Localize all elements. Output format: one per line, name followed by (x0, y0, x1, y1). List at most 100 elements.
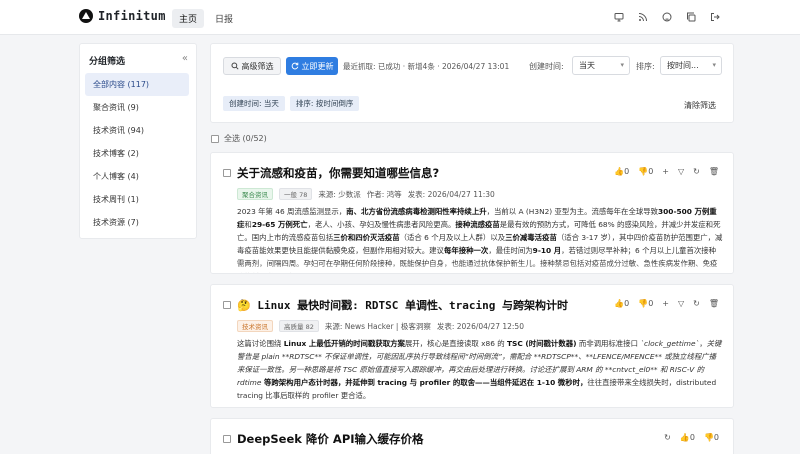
monitor-icon[interactable] (614, 12, 624, 22)
sort-select[interactable]: 按时间... ▾ (660, 56, 722, 75)
article-checkbox[interactable] (223, 169, 231, 177)
summary-run: 三价减毒活疫苗 (505, 233, 557, 242)
article-checkbox[interactable] (223, 301, 231, 309)
logo-icon (79, 9, 93, 23)
summary-run: 接种流感疫苗 (455, 220, 500, 229)
article-title[interactable]: 🤔 Linux 最快时间戳: RDTSC 单调性、tracing 与跨架构计时 (237, 297, 568, 313)
nav-home[interactable]: 主页 (172, 9, 205, 28)
sort-label: 排序: (636, 62, 655, 71)
article-card[interactable]: DeepSeek 降价 API输入缓存价格 ↻ 👍0 👎0 (210, 418, 734, 454)
upvote-count: 0 (689, 433, 695, 442)
update-now-button[interactable]: 立即更新 (286, 57, 338, 75)
advanced-filter-label: 高级筛选 (241, 61, 274, 71)
summary-run: 展开，核心是直接读取 x86 的 (404, 339, 508, 348)
plus-icon[interactable]: + (662, 167, 669, 176)
select-all[interactable]: 全选 (0/52) (211, 133, 267, 144)
logout-icon[interactable] (710, 12, 720, 22)
select-all-label: 全选 (0/52) (224, 134, 267, 143)
filter-chip-created[interactable]: 创建时间: 当天 (223, 96, 285, 111)
fetch-status: 最近抓取: 已成功 · 新增4条 · 2026/04/27 13:01 (343, 62, 510, 71)
downvote-count: 0 (648, 167, 654, 176)
plus-icon[interactable]: + (662, 299, 669, 308)
article-checkbox[interactable] (223, 435, 231, 443)
trash-icon[interactable]: 🗑 (709, 167, 719, 176)
summary-run: ，当前以 A (H3N2) 亚型为主。流感每年在全球导致 (486, 207, 659, 216)
article-title-text: Linux 最快时间戳: RDTSC 单调性、tracing 与跨架构计时 (257, 299, 569, 312)
top-icons (614, 12, 720, 22)
summary-run: ， (699, 339, 707, 348)
article-published: 发表: 2026/04/27 12:50 (436, 321, 524, 331)
thumbs-up-icon[interactable]: 👍0 (614, 299, 629, 308)
sidebar-item[interactable]: 全部内容 (117) (85, 73, 189, 96)
sidebar-item[interactable]: 聚合资讯 (9) (85, 96, 189, 119)
summary-run: ，最佳时间为 (488, 246, 533, 255)
created-time-select[interactable]: 当天 ▾ (572, 56, 630, 75)
collapse-icon[interactable]: « (182, 53, 188, 64)
logo[interactable]: Infinitum (79, 9, 166, 23)
thumbs-up-icon[interactable]: 👍0 (680, 433, 695, 442)
filter-icon[interactable]: ▽ (678, 299, 684, 308)
refresh-icon[interactable]: ↻ (664, 433, 671, 442)
sidebar-item[interactable]: 技术资讯 (94) (85, 119, 189, 142)
category-tag: 技术资讯 (237, 320, 273, 332)
article-title[interactable]: DeepSeek 降价 API输入缓存价格 (237, 431, 424, 447)
chevron-down-icon: ▾ (712, 61, 716, 69)
sidebar-items: 全部内容 (117) 聚合资讯 (9) 技术资讯 (94) 技术博客 (2) 个人博客 … (85, 73, 189, 234)
sidebar-item[interactable]: 技术资源 (7) (85, 211, 189, 234)
thumbs-up-icon[interactable]: 👍0 (614, 167, 629, 176)
copy-icon[interactable] (686, 12, 696, 22)
summary-run: TSC (时间戳计数器) (507, 339, 577, 348)
upvote-count: 0 (624, 299, 630, 308)
main-nav: 主页 日报 (172, 9, 240, 28)
top-navbar: Infinitum 主页 日报 (0, 0, 800, 35)
summary-run: 9-10 月 (532, 246, 562, 255)
article-title[interactable]: 关于流感和疫苗，你需要知道哪些信息? (237, 165, 439, 181)
category-tag: 聚合资讯 (237, 188, 273, 200)
downvote-count: 0 (648, 299, 654, 308)
summary-run: 和 (244, 220, 252, 229)
summary-run: 29-65 万例死亡 (251, 220, 308, 229)
refresh-icon (291, 62, 298, 70)
refresh-icon[interactable]: ↻ (693, 299, 700, 308)
filter-chip-sort[interactable]: 排序: 按时间倒序 (289, 96, 360, 111)
select-all-checkbox[interactable] (211, 134, 219, 143)
group-filter-sidebar: 分组筛选 « 全部内容 (117) 聚合资讯 (9) 技术资讯 (94) 技术博客 (… (79, 43, 197, 239)
summary-run: 三价和四价灭活疫苗 (333, 233, 400, 242)
summary-run: `clock_gettime` (640, 339, 700, 348)
rss-icon[interactable] (638, 12, 648, 22)
update-now-label: 立即更新 (301, 61, 334, 71)
article-author: 作者: 鸿等 (366, 189, 402, 199)
article-card[interactable]: 🤔 Linux 最快时间戳: RDTSC 单调性、tracing 与跨架构计时 … (210, 284, 734, 408)
sidebar-item[interactable]: 个人博客 (4) (85, 165, 189, 188)
thumbs-down-icon[interactable]: 👎0 (704, 433, 719, 442)
chevron-down-icon: ▾ (620, 61, 624, 69)
summary-run: 2023 年第 46 周流感监测显示， (237, 207, 347, 216)
clear-filters-link[interactable]: 清除筛选 (684, 100, 716, 111)
sidebar-item[interactable]: 技术博客 (2) (85, 142, 189, 165)
article-source: 来源: News Hacker | 极客洞察 (324, 321, 431, 331)
article-summary: 这篇讨论围绕 Linux 上最低开销的时间戳获取方案展开，核心是直接读取 x86… (237, 337, 723, 402)
active-filter-chips: 创建时间: 当天 排序: 按时间倒序 (223, 96, 360, 111)
sidebar-item[interactable]: 技术周刊 (1) (85, 188, 189, 211)
filter-icon[interactable]: ▽ (678, 167, 684, 176)
article-actions: 👍0 👎0 + ▽ ↻ 🗑 (614, 299, 719, 308)
advanced-filter-button[interactable]: 高级筛选 (223, 57, 281, 75)
summary-run: ，老人、小孩、孕妇及慢性病患者风险更高。 (307, 220, 456, 229)
upvote-count: 0 (624, 167, 630, 176)
article-actions: 👍0 👎0 + ▽ ↻ 🗑 (614, 167, 719, 176)
summary-run: 而非调用标准接口 (576, 339, 641, 348)
summary-run: 这篇讨论围绕 (237, 339, 284, 348)
thumbs-down-icon[interactable]: 👎0 (638, 299, 653, 308)
summary-run: 等跨架构用户态计时器，并延伸到 tracing 与 profiler 的取舍——… (261, 378, 588, 387)
summary-run: 南、北方省份流感病毒检测阳性率持续上升 (346, 207, 487, 216)
trash-icon[interactable]: 🗑 (709, 299, 719, 308)
thumbs-down-icon[interactable]: 👎0 (638, 167, 653, 176)
article-source: 来源: 少数派 (318, 189, 361, 199)
nav-daily[interactable]: 日报 (208, 9, 240, 28)
downvote-count: 0 (713, 433, 719, 442)
article-card[interactable]: 关于流感和疫苗，你需要知道哪些信息? 👍0 👎0 + ▽ ↻ 🗑 聚合资讯 一般… (210, 152, 734, 274)
summary-run: Linux 上最低开销的时间戳获取方案 (283, 339, 405, 348)
summary-run: （适合 6 个月及以上人群）以及 (399, 233, 506, 242)
github-icon[interactable] (662, 12, 672, 22)
refresh-icon[interactable]: ↻ (693, 167, 700, 176)
